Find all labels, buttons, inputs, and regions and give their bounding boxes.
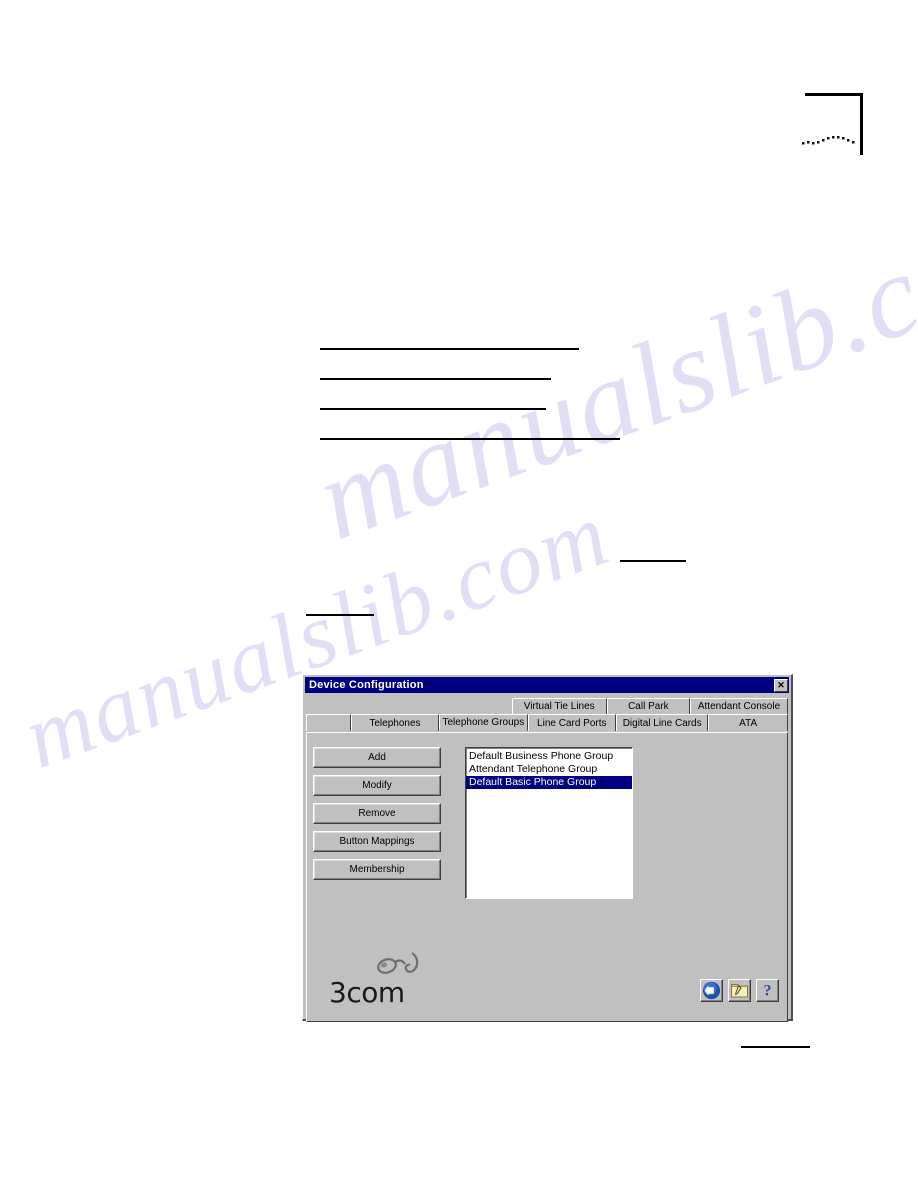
dialog-title: Device Configuration	[309, 679, 424, 691]
tab-row-spacer	[306, 698, 512, 715]
3com-swirl-icon	[377, 952, 419, 974]
redacted-text-rule	[741, 1046, 810, 1048]
action-button-stack: Add Modify Remove Button Mappings Membership	[313, 747, 441, 887]
dialog-icon-bar: ?	[700, 979, 779, 1002]
tab-digital-line-cards[interactable]: Digital Line Cards	[616, 714, 709, 731]
dialog-body: Add Modify Remove Button Mappings Membership…	[306, 732, 788, 1022]
device-configuration-dialog: Device Configuration ✕ Virtual Tie Lines…	[302, 674, 793, 1022]
tab-row-bottom: Telephones Telephone Groups Line Card Port…	[306, 714, 788, 731]
tab-telephone-groups[interactable]: Telephone Groups	[439, 714, 528, 731]
tab-row-stub	[306, 714, 351, 731]
redacted-text-rule	[320, 378, 551, 380]
remove-button[interactable]: Remove	[313, 803, 441, 824]
close-icon[interactable]: ✕	[774, 678, 788, 692]
tab-call-park[interactable]: Call Park	[606, 698, 691, 715]
dotted-wave-decoration	[802, 136, 855, 145]
telephone-groups-list[interactable]: Default Business Phone Group Attendant Te…	[465, 747, 633, 899]
list-item[interactable]: Default Business Phone Group	[466, 750, 632, 763]
tab-virtual-tie-lines[interactable]: Virtual Tie Lines	[511, 698, 607, 715]
tab-row-top: Virtual Tie Lines Call Park Attendant Cons…	[306, 698, 788, 715]
redacted-text-rule	[620, 560, 686, 562]
redacted-text-rule	[320, 438, 620, 440]
redacted-text-rule	[320, 408, 546, 410]
watermark-text: manualslib.com	[300, 175, 918, 565]
tab-strip: Virtual Tie Lines Call Park Attendant Cons…	[306, 698, 788, 732]
3com-logo: 3com	[329, 949, 429, 1007]
list-item[interactable]: Default Basic Phone Group	[466, 776, 632, 789]
redacted-text-rule	[320, 348, 579, 350]
back-icon[interactable]	[700, 979, 723, 1002]
dialog-titlebar[interactable]: Device Configuration ✕	[305, 677, 789, 693]
tab-ata[interactable]: ATA	[708, 714, 788, 731]
3com-wordmark: 3com	[329, 976, 405, 1009]
svg-text:?: ?	[764, 983, 772, 1000]
tab-telephones[interactable]: Telephones	[350, 714, 440, 731]
list-item[interactable]: Attendant Telephone Group	[466, 763, 632, 776]
corner-rule-horizontal	[805, 93, 863, 96]
membership-button[interactable]: Membership	[313, 859, 441, 880]
notes-folder-icon[interactable]	[728, 979, 751, 1002]
redacted-text-rule	[306, 614, 374, 616]
button-mappings-button[interactable]: Button Mappings	[313, 831, 441, 852]
help-question-icon[interactable]: ?	[756, 979, 779, 1002]
add-button[interactable]: Add	[313, 747, 441, 768]
corner-rule-vertical	[860, 93, 863, 155]
tab-line-card-ports[interactable]: Line Card Ports	[527, 714, 616, 731]
tab-attendant-console[interactable]: Attendant Console	[690, 698, 788, 715]
modify-button[interactable]: Modify	[313, 775, 441, 796]
